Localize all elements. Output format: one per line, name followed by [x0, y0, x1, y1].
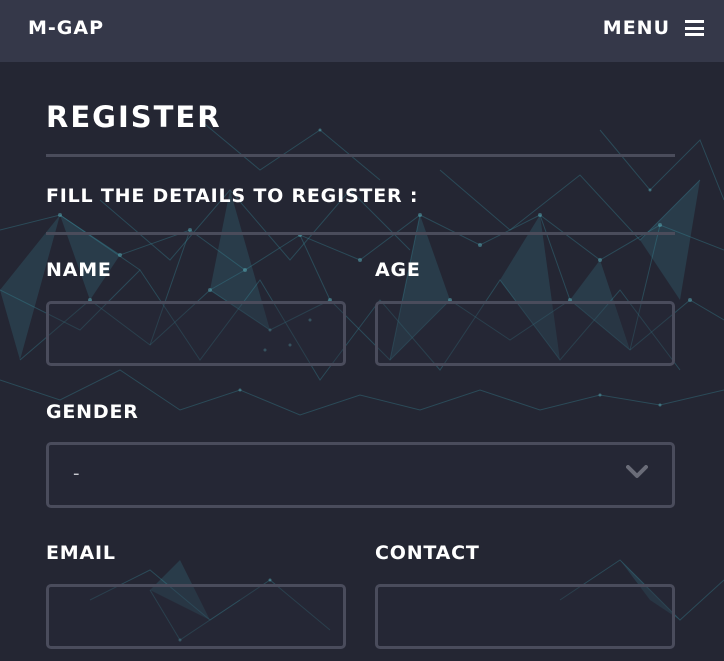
brand-logo-text[interactable]: M-GAP	[28, 17, 104, 39]
chevron-down-icon	[626, 465, 648, 478]
register-page: M-GAP MENU REGISTER FILL THE DETAILS TO …	[0, 0, 724, 661]
gender-select[interactable]: -	[46, 442, 675, 508]
contact-label: CONTACT	[375, 542, 480, 564]
page-title: REGISTER	[46, 100, 222, 134]
gender-selected-value: -	[73, 463, 80, 484]
email-field-box	[46, 584, 346, 649]
title-divider	[46, 154, 675, 157]
menu-button[interactable]: MENU	[603, 17, 704, 39]
age-label: AGE	[375, 259, 421, 281]
name-label: NAME	[46, 259, 112, 281]
name-field-box	[46, 301, 346, 366]
contact-field-box	[375, 584, 675, 649]
age-field-box	[375, 301, 675, 366]
subtitle-divider	[46, 232, 675, 235]
menu-label: MENU	[602, 17, 670, 39]
register-form: REGISTER FILL THE DETAILS TO REGISTER : …	[46, 62, 675, 661]
contact-input[interactable]	[378, 587, 672, 646]
email-input[interactable]	[49, 587, 343, 646]
age-input[interactable]	[378, 304, 672, 363]
form-subtitle: FILL THE DETAILS TO REGISTER :	[46, 185, 419, 207]
gender-label: GENDER	[46, 401, 139, 423]
email-label: EMAIL	[46, 542, 116, 564]
name-input[interactable]	[49, 304, 343, 363]
hamburger-icon	[685, 20, 704, 36]
top-navbar: M-GAP MENU	[0, 0, 724, 62]
